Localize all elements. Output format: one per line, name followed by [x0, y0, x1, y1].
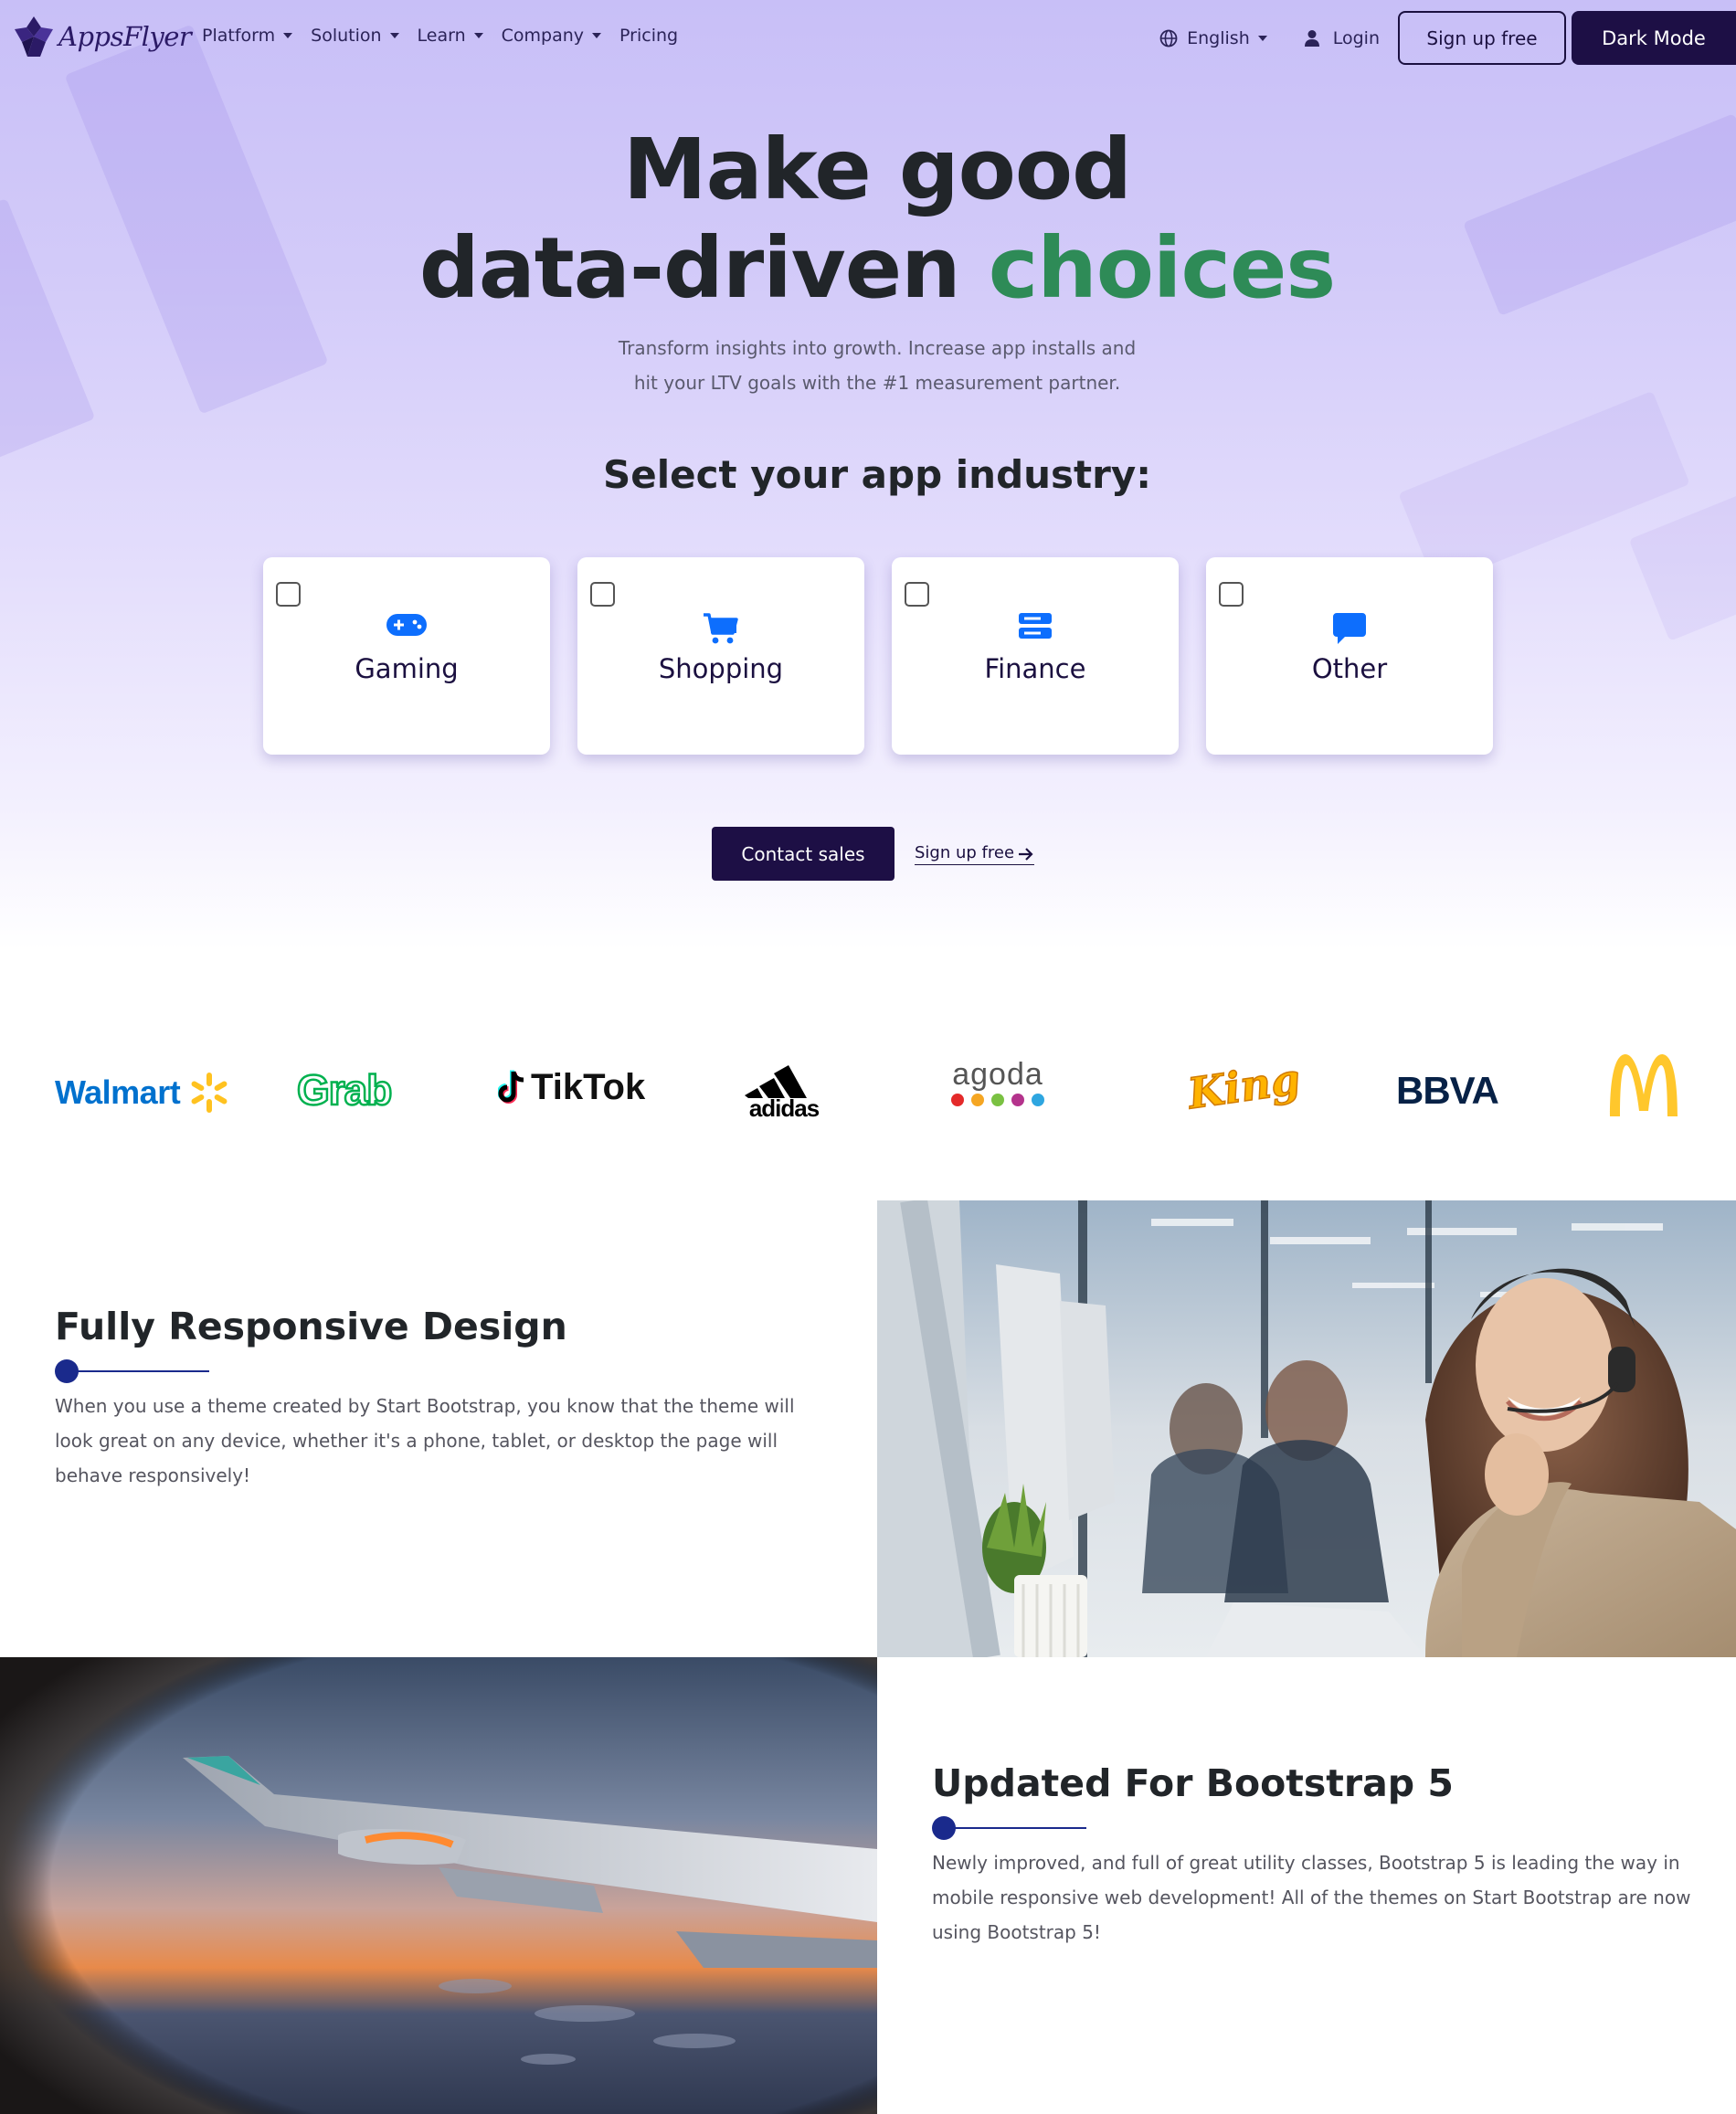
- feature-divider: [932, 1816, 1699, 1840]
- signup-free-link[interactable]: Sign up free: [915, 843, 1035, 865]
- nav-actions: English Login Sign up free Dark Mode: [1159, 11, 1736, 65]
- subtitle-line-1: Transform insights into growth. Increase…: [618, 337, 1137, 359]
- adidas-wordmark: adidas: [748, 1094, 820, 1122]
- signup-button[interactable]: Sign up free: [1398, 11, 1566, 65]
- industry-card-finance[interactable]: Finance: [892, 557, 1179, 755]
- headline-accent: choices: [988, 219, 1336, 317]
- gaming-checkbox[interactable]: [276, 582, 301, 607]
- hero-decoration: [1628, 492, 1736, 641]
- feature-divider: [55, 1359, 804, 1383]
- nav-pricing-label: Pricing: [619, 26, 679, 46]
- bbva-logo: BBVA: [1396, 1069, 1499, 1113]
- shopping-checkbox[interactable]: [590, 582, 615, 607]
- industry-card-shopping[interactable]: Shopping: [577, 557, 864, 755]
- caret-down-icon: [389, 33, 399, 38]
- grab-wordmark: Grab: [296, 1065, 394, 1115]
- grab-logo: Grab: [296, 1065, 394, 1115]
- gamepad-icon: [386, 614, 427, 636]
- feature-title: Fully Responsive Design: [55, 1305, 567, 1348]
- nav-company[interactable]: Company: [501, 26, 602, 46]
- hero-headline: Make good data-driven choices: [0, 121, 1736, 318]
- language-label: English: [1187, 27, 1250, 48]
- feature-responsive: Fully Responsive Design When you use a t…: [55, 1305, 804, 1493]
- feature-title: Updated For Bootstrap 5: [932, 1761, 1454, 1805]
- brand-logo[interactable]: AppsFlyer: [13, 13, 192, 60]
- server-icon: [1019, 613, 1052, 639]
- king-wordmark: King: [1184, 1053, 1304, 1119]
- mcdonalds-arches-icon: [1610, 1054, 1678, 1116]
- walmart-wordmark: Walmart: [55, 1073, 181, 1111]
- airplane-window-photo: [0, 1657, 877, 2114]
- nav-pricing[interactable]: Pricing: [619, 26, 678, 46]
- feature-bootstrap: Updated For Bootstrap 5 Newly improved, …: [932, 1761, 1699, 1950]
- dark-mode-button[interactable]: Dark Mode: [1572, 11, 1736, 65]
- bbva-wordmark: BBVA: [1396, 1069, 1499, 1112]
- client-logos: Walmart Grab TikTok adidas agoda King BB…: [0, 1051, 1736, 1133]
- nav-links: Platform Solution Learn Company Pricing: [202, 26, 696, 46]
- arrow-right-icon: [1019, 848, 1033, 861]
- headline-line-1: Make good: [623, 121, 1132, 218]
- adidas-stripes-icon: [745, 1065, 807, 1098]
- tiktok-wordmark: TikTok: [531, 1067, 646, 1107]
- nav-solution-label: Solution: [311, 26, 382, 46]
- mcdonalds-logo: [1606, 1051, 1681, 1118]
- subtitle-line-2: hit your LTV goals with the #1 measureme…: [633, 372, 1121, 394]
- agoda-dots-icon: [951, 1094, 1044, 1106]
- globe-icon: [1159, 29, 1178, 47]
- headline-prefix: data-driven: [418, 219, 961, 317]
- headline-line-2: data-driven choices: [0, 219, 1736, 318]
- industry-title: Select your app industry:: [603, 452, 1151, 497]
- brand-name: AppsFlyer: [58, 21, 192, 52]
- industry-cards: Gaming Shopping Finance Other: [263, 557, 1493, 755]
- king-logo: King: [1184, 1053, 1304, 1119]
- appsflyer-logo-icon: [15, 16, 53, 57]
- call-center-photo: [877, 1200, 1736, 1657]
- cart-icon: [704, 613, 738, 644]
- finance-checkbox[interactable]: [905, 582, 929, 607]
- hero-subtitle: Transform insights into growth. Increase…: [0, 331, 1736, 400]
- agoda-wordmark: agoda: [952, 1057, 1043, 1092]
- other-checkbox[interactable]: [1219, 582, 1244, 607]
- nav-learn[interactable]: Learn: [418, 26, 483, 46]
- industry-card-gaming[interactable]: Gaming: [263, 557, 550, 755]
- caret-down-icon: [473, 33, 483, 38]
- caret-down-icon: [592, 33, 602, 38]
- tiktok-logo: TikTok: [498, 1067, 645, 1108]
- adidas-logo: adidas: [745, 1058, 823, 1123]
- finance-label: Finance: [984, 653, 1086, 684]
- hero-section: AppsFlyer Platform Solution Learn Compan…: [0, 0, 1736, 950]
- tiktok-note-icon: [498, 1070, 524, 1104]
- chat-icon: [1333, 613, 1366, 644]
- top-navbar: AppsFlyer Platform Solution Learn Compan…: [0, 0, 1736, 75]
- nav-solution[interactable]: Solution: [311, 26, 399, 46]
- nav-learn-label: Learn: [417, 26, 466, 46]
- agoda-logo: agoda: [947, 1058, 1048, 1109]
- language-selector[interactable]: English: [1159, 28, 1267, 48]
- shopping-label: Shopping: [658, 653, 784, 684]
- login-link[interactable]: Login: [1304, 28, 1380, 48]
- feature-body: When you use a theme created by Start Bo…: [55, 1395, 795, 1486]
- user-icon: [1304, 29, 1319, 47]
- walmart-logo: Walmart: [55, 1071, 231, 1115]
- signup-free-label: Sign up free: [915, 843, 1015, 862]
- nav-company-label: Company: [501, 26, 585, 46]
- industry-card-other[interactable]: Other: [1206, 557, 1493, 755]
- caret-down-icon: [283, 33, 293, 38]
- caret-down-icon: [1257, 35, 1267, 41]
- walmart-spark-icon: [191, 1073, 228, 1113]
- feature-body: Newly improved, and full of great utilit…: [932, 1852, 1691, 1943]
- contact-sales-button[interactable]: Contact sales: [712, 827, 894, 881]
- gaming-label: Gaming: [355, 653, 459, 684]
- nav-platform[interactable]: Platform: [202, 26, 293, 46]
- other-label: Other: [1311, 653, 1388, 684]
- login-label: Login: [1332, 27, 1380, 48]
- nav-platform-label: Platform: [202, 26, 276, 46]
